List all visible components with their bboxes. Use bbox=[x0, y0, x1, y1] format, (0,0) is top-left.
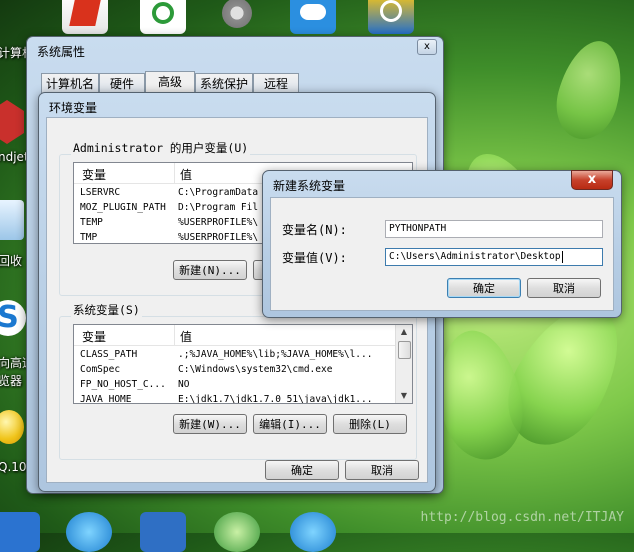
environment-variables-title: 环境变量 bbox=[49, 101, 98, 115]
scroll-thumb[interactable] bbox=[398, 341, 411, 359]
text-caret bbox=[561, 250, 563, 263]
search-app-icon[interactable] bbox=[368, 0, 414, 34]
system-variables-scrollbar[interactable]: ▲ ▼ bbox=[395, 325, 412, 403]
variable-value: C:\Windows\system32\cmd.exe bbox=[178, 364, 333, 375]
system-variable-row[interactable]: JAVA_HOME E:\jdk1.7\jdk1.7.0_51\java\jdk… bbox=[74, 392, 396, 404]
variable-value: NO bbox=[178, 379, 190, 390]
variable-value: E:\jdk1.7\jdk1.7.0_51\java\jdk1... bbox=[178, 394, 373, 404]
ie-icon[interactable] bbox=[66, 512, 112, 552]
new-variable-close-button[interactable]: x bbox=[571, 170, 613, 190]
variable-name: JAVA_HOME bbox=[80, 394, 132, 404]
desktop-label-ndjet[interactable]: ndjet bbox=[0, 150, 29, 164]
bottom-app-icon[interactable] bbox=[0, 512, 40, 552]
tab-system-protection[interactable]: 系统保护 bbox=[195, 73, 253, 93]
variable-value-text: C:\Users\Administrator\Desktop bbox=[389, 251, 561, 262]
system-properties-title: 系统属性 bbox=[37, 45, 86, 59]
column-separator[interactable] bbox=[174, 163, 175, 183]
variable-name: FP_NO_HOST_C... bbox=[80, 379, 166, 390]
watermark: http://blog.csdn.net/ITJAY bbox=[420, 510, 625, 525]
system-edit-button[interactable]: 编辑(I)... bbox=[253, 414, 327, 434]
tab-computer-name[interactable]: 计算机名 bbox=[41, 73, 99, 93]
leaf-decoration bbox=[548, 33, 632, 147]
system-variables-label: 系统变量(S) bbox=[71, 302, 142, 318]
user-variables-label: Administrator 的用户变量(U) bbox=[71, 140, 251, 156]
variable-name-label: 变量名(N): bbox=[282, 223, 347, 237]
variable-name: CLASS_PATH bbox=[80, 349, 138, 360]
variable-value-label: 变量值(V): bbox=[282, 251, 347, 265]
desktop-label-browser-2[interactable]: 览器 bbox=[0, 372, 22, 389]
system-variable-row[interactable]: ComSpec C:\Windows\system32\cmd.exe bbox=[74, 362, 396, 377]
new-variable-ok-button[interactable]: 确定 bbox=[447, 278, 521, 298]
recycle-icon bbox=[152, 2, 174, 24]
variable-value-field[interactable]: C:\Users\Administrator\Desktop bbox=[385, 248, 603, 266]
system-delete-button[interactable]: 删除(L) bbox=[333, 414, 407, 434]
leaf-decoration bbox=[429, 324, 531, 466]
variable-name: MOZ_PLUGIN_PATH bbox=[80, 202, 166, 213]
system-properties-close-button[interactable]: x bbox=[417, 39, 437, 55]
new-system-variable-panel: 变量名(N): PYTHONPATH 变量值(V): C:\Users\Admi… bbox=[270, 197, 614, 311]
user-col-value[interactable]: 值 bbox=[180, 166, 192, 183]
app-logo-icon bbox=[69, 0, 101, 26]
system-col-value[interactable]: 值 bbox=[180, 328, 192, 345]
variable-name: TEMP bbox=[80, 217, 103, 228]
tab-advanced[interactable]: 高级 bbox=[145, 71, 195, 93]
system-variables-header: 变量 值 bbox=[74, 325, 412, 346]
user-col-var[interactable]: 变量 bbox=[82, 166, 106, 183]
cloud-app-icon[interactable] bbox=[290, 0, 336, 34]
system-col-var[interactable]: 变量 bbox=[82, 328, 106, 345]
column-separator[interactable] bbox=[174, 325, 175, 345]
desktop-label-qq[interactable]: Q.10 bbox=[0, 460, 27, 474]
system-variable-row[interactable]: CLASS_PATH .;%JAVA_HOME%\lib;%JAVA_HOME%… bbox=[74, 347, 396, 362]
magnifier-icon bbox=[380, 0, 402, 22]
variable-value: .;%JAVA_HOME%\lib;%JAVA_HOME%\l... bbox=[178, 349, 373, 360]
new-system-variable-title: 新建系统变量 bbox=[273, 179, 346, 193]
variable-name-field[interactable]: PYTHONPATH bbox=[385, 220, 603, 238]
gear-icon bbox=[222, 0, 252, 28]
desktop-label-recycle[interactable]: 回收 bbox=[0, 252, 22, 269]
recycle-bin-icon[interactable] bbox=[0, 200, 24, 240]
variable-name: LSERVRC bbox=[80, 187, 121, 198]
close-icon: x bbox=[587, 172, 597, 187]
new-variable-cancel-button[interactable]: 取消 bbox=[527, 278, 601, 298]
new-system-variable-dialog: 新建系统变量 x 变量名(N): PYTHONPATH 变量值(V): C:\U… bbox=[262, 170, 622, 318]
cloud-icon bbox=[300, 4, 326, 20]
environment-cancel-button[interactable]: 取消 bbox=[345, 460, 419, 480]
environment-ok-button[interactable]: 确定 bbox=[265, 460, 339, 480]
system-new-button[interactable]: 新建(W)... bbox=[173, 414, 247, 434]
settings-app-icon[interactable] bbox=[214, 0, 260, 34]
variable-name: ComSpec bbox=[80, 364, 121, 375]
system-variables-list[interactable]: 变量 值 CLASS_PATH .;%JAVA_HOME%\lib;%JAVA_… bbox=[73, 324, 413, 404]
scroll-up-arrow-icon[interactable]: ▲ bbox=[396, 325, 412, 339]
signal-app-icon[interactable] bbox=[140, 512, 186, 552]
variable-name: TMP bbox=[80, 232, 98, 243]
ie-icon-2[interactable] bbox=[290, 512, 336, 552]
system-variable-row[interactable]: FP_NO_HOST_C... NO bbox=[74, 377, 396, 392]
hex-app-icon[interactable] bbox=[0, 100, 24, 144]
tab-hardware[interactable]: 硬件 bbox=[99, 73, 145, 93]
scroll-down-arrow-icon[interactable]: ▼ bbox=[396, 389, 412, 403]
desktop-app-icon[interactable] bbox=[62, 0, 108, 34]
refresh-app-icon[interactable] bbox=[214, 512, 260, 552]
recycle-app-icon[interactable] bbox=[140, 0, 186, 34]
qq-icon[interactable] bbox=[0, 410, 24, 444]
browser-s-icon[interactable]: S bbox=[0, 300, 26, 336]
user-new-button[interactable]: 新建(N)... bbox=[173, 260, 247, 280]
tab-remote[interactable]: 远程 bbox=[253, 73, 299, 93]
